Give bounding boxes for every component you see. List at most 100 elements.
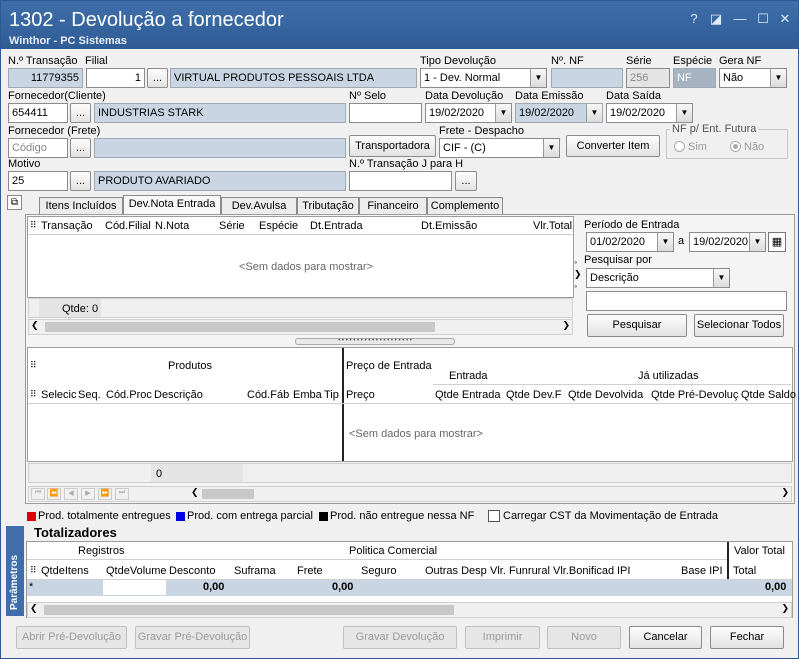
scroll-left-icon[interactable]: ❮: [31, 320, 39, 331]
frete-despacho-select[interactable]: CIF - (C) ▼: [439, 138, 560, 158]
col-preco[interactable]: Preço: [346, 389, 375, 401]
chevron-down-icon[interactable]: ▼: [749, 233, 765, 251]
converter-item-button[interactable]: Converter Item: [566, 135, 660, 157]
fornecedor-codigo-field[interactable]: 654411: [8, 103, 68, 123]
col-desconto[interactable]: Desconto: [169, 565, 215, 577]
col-base-ipi[interactable]: Base IPI: [681, 565, 723, 577]
tab-itens-incluidos[interactable]: Itens Incluídos: [39, 197, 123, 215]
col-vlr-total[interactable]: Vlr.Total: [533, 220, 572, 232]
data-saida-field[interactable]: 19/02/2020 ▼: [606, 103, 693, 123]
tab-tributacao[interactable]: Tributação: [297, 197, 359, 215]
radio-sim[interactable]: [674, 141, 685, 152]
edit-icon[interactable]: ◪: [708, 11, 724, 27]
col-qtde-dev-f[interactable]: Qtde Dev.F: [506, 389, 561, 401]
col-selecic[interactable]: Selecic: [41, 389, 76, 401]
calendar-icon[interactable]: ▦: [768, 232, 786, 252]
chevron-down-icon[interactable]: ▼: [543, 139, 559, 157]
radio-nao[interactable]: [730, 141, 741, 152]
abrir-pre-devolucao-button[interactable]: Abrir Pré-Devolução: [16, 626, 127, 649]
splitter-right-icon[interactable]: ◦ ❯ ◦: [574, 256, 582, 294]
transportadora-button[interactable]: Transportadora: [349, 135, 436, 157]
filial-lookup-button[interactable]: ...: [147, 68, 168, 88]
col-seq[interactable]: Seq.: [78, 389, 101, 401]
notas-scrollbar[interactable]: ❮ ❯: [28, 319, 573, 335]
col-qtde-devolvida[interactable]: Qtde Devolvida: [568, 389, 643, 401]
scroll-left-icon[interactable]: ❮: [191, 487, 199, 498]
col-qtde-pre-devoluc[interactable]: Qtde Pré-Devoluç: [651, 389, 738, 401]
transacao-j-lookup-button[interactable]: ...: [455, 171, 477, 191]
scroll-left-icon[interactable]: ❮: [30, 603, 38, 614]
carregar-cst-checkbox[interactable]: [488, 510, 500, 522]
minimize-icon[interactable]: —: [732, 11, 748, 27]
totalizadores-scrollbar[interactable]: ❮ ❯: [27, 602, 792, 618]
first-page-icon[interactable]: ⏮: [31, 488, 45, 500]
col-ipi[interactable]: IPI: [617, 565, 630, 577]
gera-nf-select[interactable]: Não ▼: [719, 68, 787, 88]
close-icon[interactable]: ✕: [777, 11, 793, 27]
help-icon[interactable]: ?: [686, 11, 702, 27]
chevron-down-icon[interactable]: ▼: [495, 104, 511, 122]
gravar-devolucao-button[interactable]: Gravar Devolução: [343, 626, 457, 649]
scroll-right-icon[interactable]: ❯: [781, 603, 789, 614]
grid-menu-icon[interactable]: ⠿: [30, 389, 37, 400]
restore-panel-icon[interactable]: ⧉: [7, 195, 22, 210]
prev-page-icon[interactable]: ◀: [64, 488, 78, 500]
tab-financeiro[interactable]: Financeiro: [359, 197, 427, 215]
fornecedor-lookup-button[interactable]: ...: [70, 103, 91, 123]
search-input[interactable]: [586, 291, 787, 311]
col-cod-filial[interactable]: Cód.Filial: [105, 220, 151, 232]
maximize-icon[interactable]: ☐: [755, 11, 771, 27]
motivo-codigo-field[interactable]: 25: [8, 171, 68, 191]
imprimir-button[interactable]: Imprimir: [465, 626, 540, 649]
tab-dev-nota-entrada[interactable]: Dev.Nota Entrada: [123, 195, 221, 215]
scroll-thumb[interactable]: [45, 322, 435, 332]
prev-page-fast-icon[interactable]: ⏪: [47, 488, 61, 500]
chevron-down-icon[interactable]: ▼: [586, 104, 602, 122]
col-dt-emissao[interactable]: Dt.Emissão: [421, 220, 477, 232]
selecionar-todos-button[interactable]: Selecionar Todos: [694, 314, 784, 337]
scroll-right-icon[interactable]: ❯: [562, 320, 570, 331]
col-dt-entrada[interactable]: Dt.Entrada: [310, 220, 363, 232]
col-qtde-entrada[interactable]: Qtde Entrada: [435, 389, 500, 401]
chevron-down-icon[interactable]: ▼: [676, 104, 692, 122]
pesquisar-por-select[interactable]: Descrição ▼: [586, 268, 730, 288]
parametros-side-tab[interactable]: Parâmetros: [6, 526, 24, 616]
motivo-lookup-button[interactable]: ...: [70, 171, 91, 191]
transacao-j-field[interactable]: [349, 171, 452, 191]
col-total[interactable]: Total: [733, 565, 756, 577]
cancelar-button[interactable]: Cancelar: [629, 626, 702, 649]
col-cod-fab[interactable]: Cód.Fáb: [247, 389, 289, 401]
data-fim-field[interactable]: 19/02/2020 ▼: [689, 232, 766, 252]
next-page-fast-icon[interactable]: ⏩: [98, 488, 112, 500]
gravar-pre-devolucao-button[interactable]: Gravar Pré-Devolução: [135, 626, 250, 649]
pesquisar-button[interactable]: Pesquisar: [587, 314, 687, 337]
col-tip[interactable]: Tip: [324, 389, 339, 401]
num-selo-field[interactable]: [349, 103, 422, 123]
col-outras-desp[interactable]: Outras Desp: [425, 565, 487, 577]
tab-complemento[interactable]: Complemento: [427, 197, 503, 215]
last-page-icon[interactable]: ⏭: [115, 488, 129, 500]
col-n-nota[interactable]: N.Nota: [155, 220, 189, 232]
scroll-right-icon[interactable]: ❯: [781, 487, 789, 498]
col-suframa[interactable]: Suframa: [234, 565, 276, 577]
col-vlr-bonificad[interactable]: Vlr.Bonificad: [553, 565, 614, 577]
chevron-down-icon[interactable]: ▼: [713, 269, 729, 287]
data-emissao-field[interactable]: 19/02/2020 ▼: [515, 103, 603, 123]
col-qtde-saldo[interactable]: Qtde Saldo: [741, 389, 796, 401]
col-qtde-itens[interactable]: QtdeItens: [41, 565, 89, 577]
col-descricao[interactable]: Descrição: [154, 389, 203, 401]
filial-field[interactable]: 1: [86, 68, 145, 88]
scroll-thumb[interactable]: [202, 489, 254, 499]
col-qtde-volume[interactable]: QtdeVolume: [106, 565, 167, 577]
scroll-thumb[interactable]: [44, 605, 454, 615]
col-serie[interactable]: Série: [219, 220, 245, 232]
fornecedor-frete-lookup-button[interactable]: ...: [70, 138, 91, 158]
transacao-field[interactable]: 11779355: [8, 68, 83, 88]
col-vlr-funrural[interactable]: Vlr. Funrural: [490, 565, 550, 577]
fechar-button[interactable]: Fechar: [710, 626, 784, 649]
grid-menu-icon[interactable]: ⠿: [30, 220, 37, 231]
col-seguro[interactable]: Seguro: [361, 565, 396, 577]
data-inicio-field[interactable]: 01/02/2020 ▼: [586, 232, 674, 252]
novo-button[interactable]: Novo: [547, 626, 621, 649]
col-cod-proc[interactable]: Cód.Proc: [106, 389, 152, 401]
